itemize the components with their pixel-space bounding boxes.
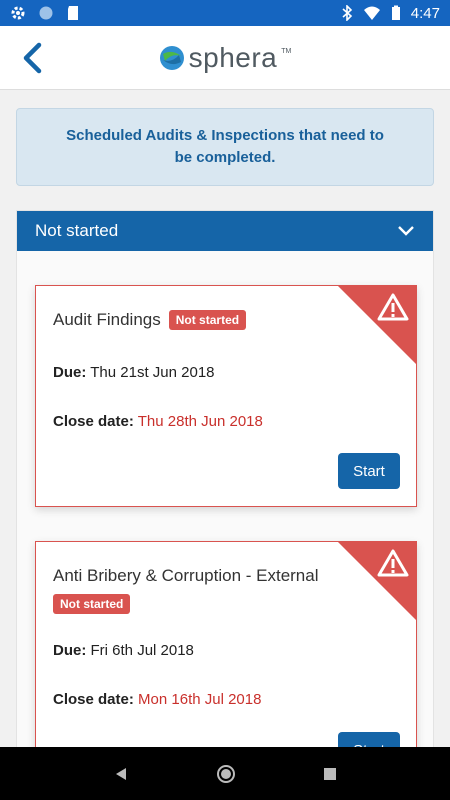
sphera-logo: sphera TM xyxy=(159,41,292,74)
due-row: Due: Thu 21st Jun 2018 xyxy=(53,364,215,381)
section-title: Not started xyxy=(35,221,119,240)
sd-card-icon xyxy=(68,6,78,20)
info-banner-text: Scheduled Audits & Inspections that need… xyxy=(66,127,384,166)
due-row: Due: Fri 6th Jul 2018 xyxy=(53,642,194,659)
due-value: Fri 6th Jul 2018 xyxy=(90,642,194,659)
close-date-row: Close date: Mon 16th Jul 2018 xyxy=(53,691,261,708)
gear-icon xyxy=(11,6,25,20)
wifi-icon xyxy=(363,6,380,20)
status-badge: Not started xyxy=(168,310,247,330)
system-nav-bar xyxy=(0,747,450,800)
main-content[interactable]: Scheduled Audits & Inspections that need… xyxy=(0,90,450,747)
back-nav-icon[interactable] xyxy=(113,766,129,782)
warning-icon xyxy=(377,549,409,577)
card-title-text: Audit Findings xyxy=(53,310,161,329)
card-title: Audit Findings Not started xyxy=(53,310,353,330)
recents-nav-icon[interactable] xyxy=(323,767,337,781)
close-date-row: Close date: Thu 28th Jun 2018 xyxy=(53,413,263,430)
warning-icon xyxy=(377,293,409,321)
status-badge: Not started xyxy=(53,594,131,614)
close-date-value: Mon 16th Jul 2018 xyxy=(138,691,262,708)
bluetooth-icon xyxy=(342,5,352,21)
app-header: sphera TM xyxy=(0,26,450,90)
status-bar: 4:47 xyxy=(0,0,450,26)
not-started-section: Not started Audit Findings Not started D… xyxy=(16,210,434,747)
close-date-label: Close date: xyxy=(53,691,134,708)
start-button[interactable]: Start xyxy=(338,732,400,747)
chevron-left-icon xyxy=(23,42,42,74)
info-banner: Scheduled Audits & Inspections that need… xyxy=(16,108,434,186)
sync-icon xyxy=(39,6,53,20)
audit-card[interactable]: Anti Bribery & Corruption - External Not… xyxy=(35,541,417,747)
due-label: Due: xyxy=(53,642,87,659)
sphera-logo-icon xyxy=(159,45,184,70)
due-value: Thu 21st Jun 2018 xyxy=(90,364,215,381)
clock-text: 4:47 xyxy=(410,4,440,22)
battery-icon xyxy=(391,5,400,20)
audit-card[interactable]: Audit Findings Not started Due: Thu 21st… xyxy=(35,285,417,507)
close-date-value: Thu 28th Jun 2018 xyxy=(137,413,263,430)
back-button[interactable] xyxy=(14,40,50,76)
start-button[interactable]: Start xyxy=(338,453,400,489)
close-date-label: Close date: xyxy=(53,413,134,430)
logo-trademark: TM xyxy=(281,47,292,55)
section-header[interactable]: Not started xyxy=(17,211,433,251)
home-nav-icon[interactable] xyxy=(216,764,236,784)
card-title: Anti Bribery & Corruption - External Not… xyxy=(53,566,353,614)
due-label: Due: xyxy=(53,364,87,381)
logo-wordmark: sphera xyxy=(188,41,278,73)
card-title-text: Anti Bribery & Corruption - External xyxy=(53,566,319,585)
chevron-down-icon xyxy=(398,226,414,236)
